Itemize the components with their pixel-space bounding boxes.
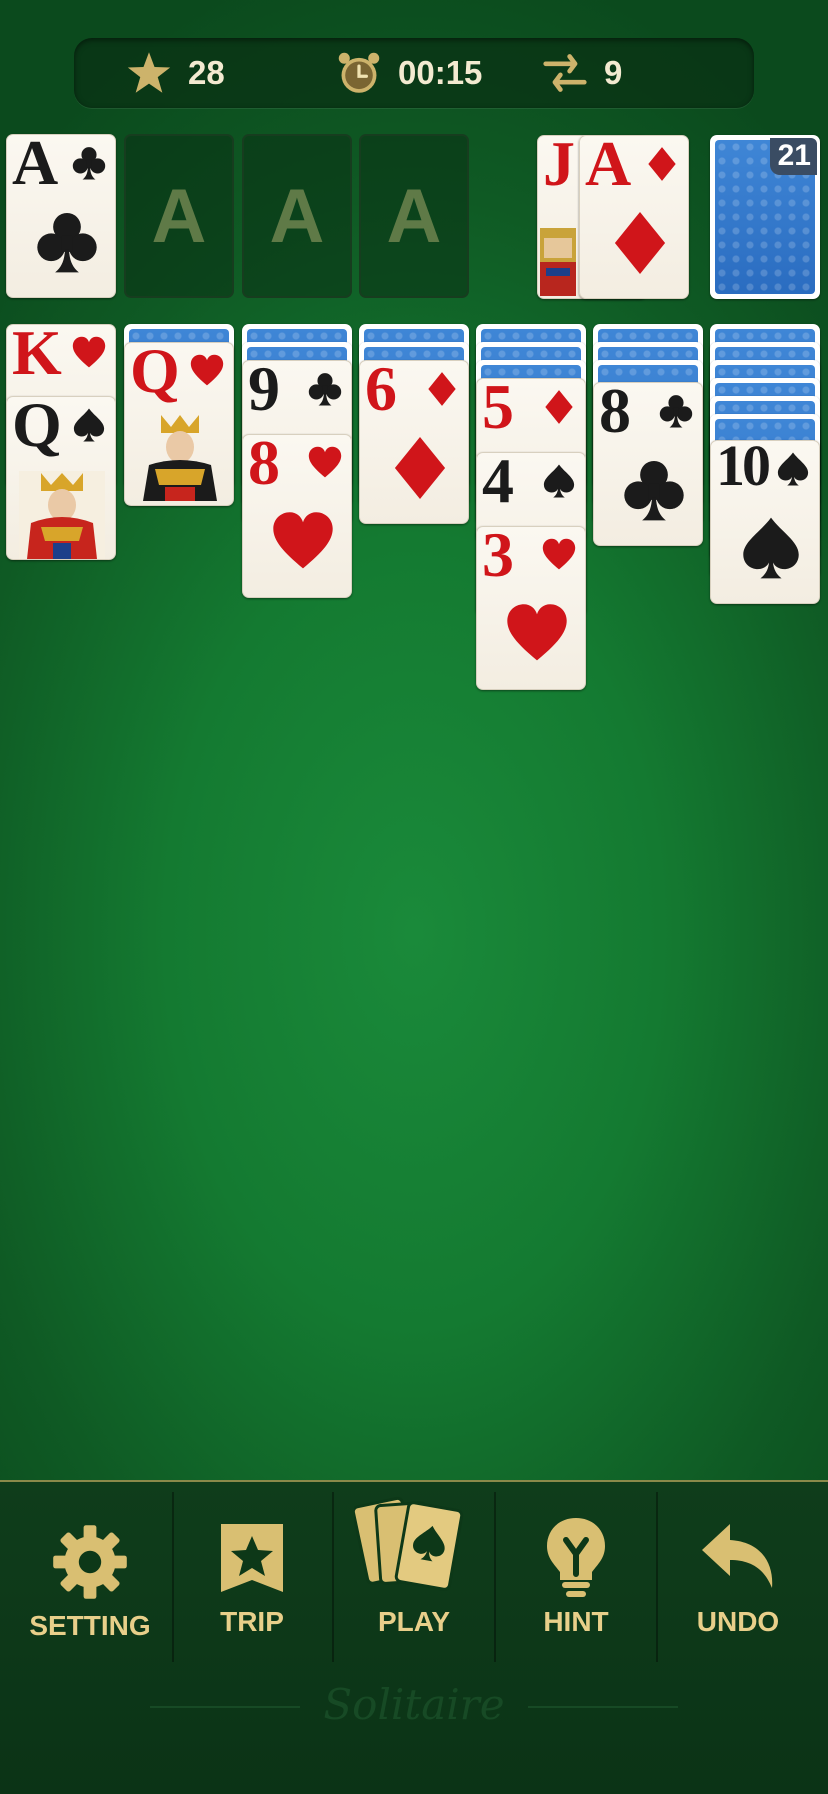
- card-rank: 10: [716, 440, 771, 498]
- undo-label: UNDO: [696, 1606, 780, 1637]
- spades-icon: [71, 407, 107, 443]
- clubs-icon: [307, 371, 343, 407]
- foundation-placeholder: A: [151, 173, 207, 259]
- moves-stat: 9: [542, 38, 622, 108]
- diamonds-icon: [424, 371, 460, 407]
- logo-flourish-left: [150, 1706, 300, 1708]
- tableau-3-eight-of-hearts[interactable]: 8: [242, 434, 352, 598]
- foundation-placeholder: A: [386, 173, 442, 259]
- spades-icon: [738, 515, 804, 581]
- spades-icon: [775, 451, 811, 487]
- timer-value: 00:15: [398, 54, 483, 91]
- lightbulb-icon: [547, 1518, 605, 1597]
- spades-icon: [541, 463, 577, 499]
- diamonds-icon: [541, 389, 577, 425]
- clubs-icon: [71, 145, 107, 181]
- logo-text: Solitaire: [323, 1680, 505, 1729]
- hearts-icon: [270, 509, 336, 575]
- alarm-clock-icon: [338, 52, 380, 93]
- tableau-7-ten-of-spades[interactable]: 10: [710, 440, 820, 604]
- foundation-2[interactable]: A: [124, 134, 234, 298]
- tableau-1-queen-of-spades[interactable]: Q: [6, 396, 116, 560]
- clubs-icon: [621, 457, 687, 523]
- score-stat: 28: [126, 38, 225, 108]
- cards-icon: [354, 1496, 464, 1591]
- foundation-placeholder: A: [269, 173, 325, 259]
- card-rank: 3: [482, 526, 514, 590]
- card-rank: A: [12, 134, 58, 198]
- hint-button[interactable]: HINT: [496, 1482, 656, 1672]
- clubs-icon: [658, 393, 694, 429]
- card-rank: Q: [130, 342, 180, 406]
- bottom-toolbar: SETTING TRIP PLAY HINT UNDO: [0, 1480, 828, 1794]
- foundation-3[interactable]: A: [242, 134, 352, 298]
- tableau-6-eight-of-clubs[interactable]: 8: [593, 382, 703, 546]
- hearts-icon: [189, 353, 225, 389]
- waste-top-card[interactable]: A: [579, 135, 689, 299]
- hearts-icon: [504, 601, 570, 667]
- card-rank: 5: [482, 378, 514, 442]
- card-rank: 4: [482, 452, 514, 516]
- hearts-icon: [71, 335, 107, 371]
- tableau-2-queen-of-hearts[interactable]: Q: [124, 342, 234, 506]
- score-value: 28: [188, 54, 225, 91]
- hearts-icon: [307, 445, 343, 481]
- diamonds-icon: [644, 146, 680, 182]
- setting-button[interactable]: SETTING: [10, 1482, 170, 1672]
- logo-flourish-right: [528, 1706, 678, 1708]
- foundation-1-ace-of-clubs[interactable]: A: [6, 134, 116, 298]
- gear-icon: [53, 1525, 127, 1599]
- foundation-4[interactable]: A: [359, 134, 469, 298]
- star-icon: [127, 52, 171, 93]
- diamonds-icon: [607, 210, 673, 276]
- diamonds-icon: [387, 435, 453, 501]
- play-button[interactable]: PLAY: [334, 1482, 494, 1672]
- setting-label: SETTING: [29, 1610, 151, 1641]
- card-rank: 6: [365, 360, 397, 424]
- clubs-icon: [34, 209, 100, 275]
- trip-label: TRIP: [220, 1606, 284, 1637]
- moves-value: 9: [604, 54, 623, 91]
- card-rank: 8: [248, 434, 280, 498]
- queen-face-icon: [19, 471, 105, 559]
- card-rank: Q: [12, 396, 62, 460]
- card-rank: J: [543, 135, 575, 199]
- stock-pile[interactable]: 21: [710, 135, 820, 299]
- hearts-icon: [541, 537, 577, 573]
- undo-button[interactable]: UNDO: [658, 1482, 818, 1672]
- undo-arrow-icon: [702, 1524, 773, 1588]
- queen-face-icon: [143, 415, 217, 501]
- trip-badge-icon: [221, 1524, 283, 1592]
- card-rank: A: [585, 135, 631, 199]
- card-rank: 8: [599, 382, 631, 446]
- stock-count-badge: 21: [769, 138, 817, 175]
- card-rank: 9: [248, 360, 280, 424]
- tableau-5-three-of-hearts[interactable]: 3: [476, 526, 586, 690]
- play-label: PLAY: [377, 1606, 451, 1637]
- trip-button[interactable]: TRIP: [172, 1482, 332, 1672]
- jack-face-icon: [540, 228, 576, 296]
- hint-label: HINT: [543, 1606, 609, 1637]
- tableau-4-six-of-diamonds[interactable]: 6: [359, 360, 469, 524]
- swap-arrows-icon: [543, 54, 587, 92]
- timer-stat: 00:15: [336, 38, 482, 108]
- card-rank: K: [12, 324, 62, 388]
- status-bar: 28 00:15 9: [74, 38, 754, 108]
- solitaire-logo: Solitaire: [150, 1666, 678, 1746]
